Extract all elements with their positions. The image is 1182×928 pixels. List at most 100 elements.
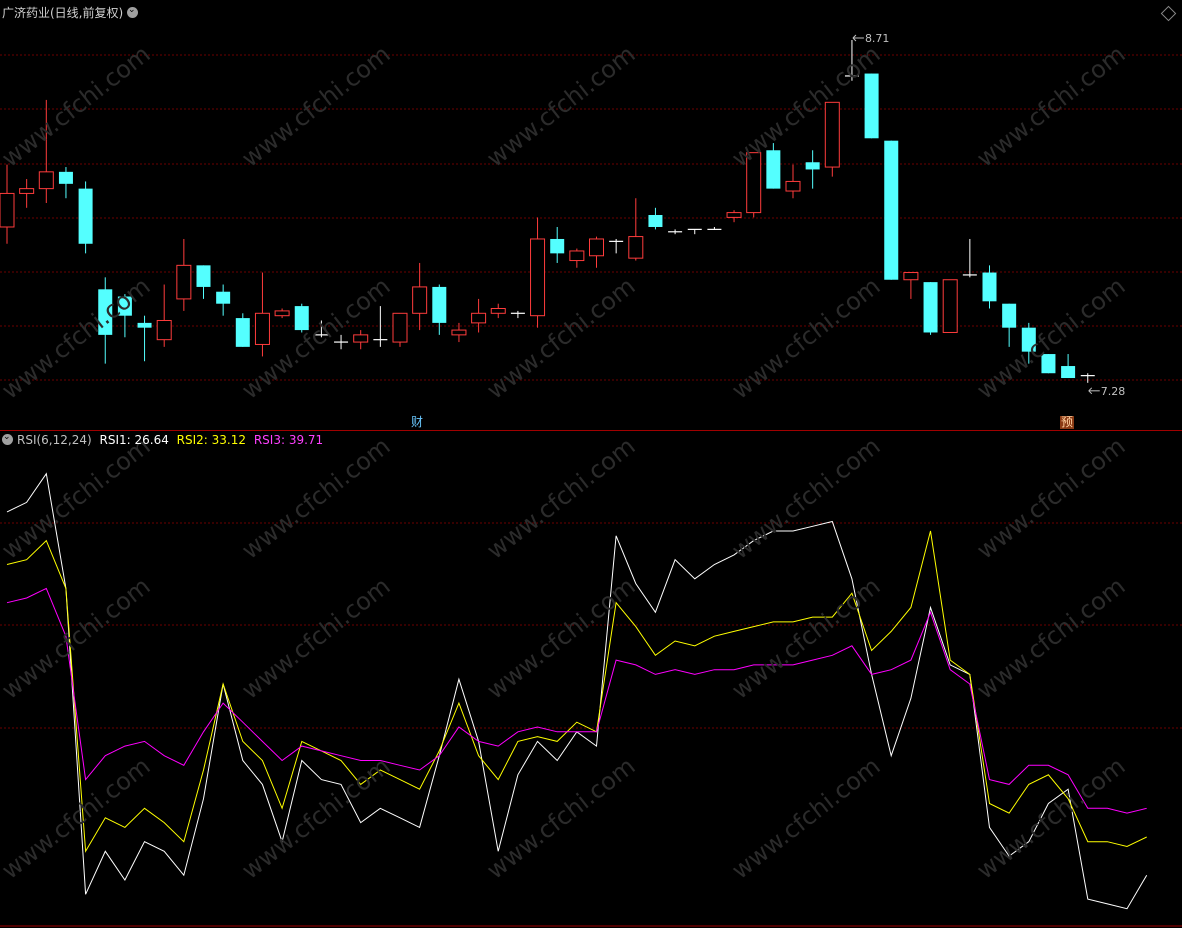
candle[interactable] <box>884 140 899 280</box>
candle[interactable] <box>19 179 35 208</box>
candle[interactable] <box>550 226 565 263</box>
candle-body <box>589 238 604 257</box>
candle[interactable] <box>490 303 506 319</box>
candle[interactable] <box>668 229 683 235</box>
candle[interactable] <box>609 238 624 254</box>
forecast-badge[interactable]: 预 <box>1060 416 1075 429</box>
candle-body <box>490 308 506 314</box>
candle[interactable] <box>864 73 879 139</box>
candle-body <box>884 140 899 280</box>
candle[interactable] <box>589 236 604 268</box>
annotation-label: 7.28 <box>1101 385 1126 398</box>
candle[interactable] <box>628 198 644 261</box>
candle[interactable] <box>58 167 73 199</box>
watermark-text: www.cfchi.com <box>0 272 155 405</box>
candle[interactable] <box>687 228 702 235</box>
candle[interactable] <box>805 150 820 189</box>
candle[interactable] <box>824 101 840 177</box>
candle[interactable] <box>254 272 270 357</box>
candle[interactable] <box>1080 373 1095 383</box>
candle-body <box>294 306 309 331</box>
watermark-text: www.cfchi.com <box>481 272 640 405</box>
candle[interactable] <box>923 282 938 335</box>
candle[interactable] <box>530 217 546 328</box>
watermark-text: www.cfchi.com <box>236 40 395 173</box>
watermark-text: www.cfchi.com <box>481 40 640 173</box>
candle[interactable] <box>432 284 447 335</box>
candle-body <box>982 272 997 302</box>
watermark-text: www.cfchi.com <box>236 752 395 885</box>
candle-body <box>766 150 781 189</box>
candle[interactable] <box>392 312 408 347</box>
watermark-text: www.cfchi.com <box>0 40 155 173</box>
candle[interactable] <box>785 164 801 199</box>
candle[interactable] <box>451 322 467 343</box>
watermark-text: www.cfchi.com <box>971 40 1130 173</box>
finance-badge[interactable]: 财 <box>411 416 423 429</box>
title-dropdown-icon[interactable]: ⌄ <box>127 5 138 18</box>
watermark-text: www.cfchi.com <box>236 572 395 705</box>
watermark-text: www.cfchi.com <box>726 40 885 173</box>
watermark-text: www.cfchi.com <box>726 572 885 705</box>
candle[interactable] <box>1061 354 1076 379</box>
rsi-header: RSI(6,12,24) RSI1: 26.64 RSI2: 33.12 RSI… <box>17 433 323 447</box>
candle-body <box>942 279 958 333</box>
candle[interactable] <box>137 315 152 362</box>
candle[interactable] <box>648 207 663 230</box>
candle-body <box>176 264 192 300</box>
candle-body <box>1002 303 1017 328</box>
stock-chart[interactable]: 8.717.28 www.cfchi.com www.cfchi.com www.c… <box>0 0 1182 928</box>
low-marker: 7.28 <box>1088 385 1126 398</box>
candle[interactable] <box>235 313 250 347</box>
rsi3-label: RSI3: 39.71 <box>253 433 324 447</box>
candle-body <box>78 188 93 244</box>
candle-body <box>923 282 938 333</box>
candle[interactable] <box>274 308 290 319</box>
candle[interactable] <box>903 272 919 299</box>
candle-body <box>903 272 919 281</box>
watermark-text: www.cfchi.com <box>971 752 1130 885</box>
rsi-dropdown-icon[interactable]: ⌄ <box>2 432 13 445</box>
watermark-text: www.cfchi.com <box>481 432 640 565</box>
candle[interactable] <box>0 164 15 244</box>
candle-body <box>726 212 742 218</box>
watermark-text: www.cfchi.com <box>0 432 155 565</box>
candle[interactable] <box>412 262 428 331</box>
candle-body <box>628 236 644 259</box>
candle-body <box>432 286 447 323</box>
candle[interactable] <box>726 210 742 223</box>
watermark-text: www.cfchi.com <box>236 432 395 565</box>
candle[interactable] <box>510 310 525 319</box>
candle[interactable] <box>78 181 93 254</box>
candle-body <box>216 291 231 304</box>
watermark-text: www.cfchi.com <box>726 272 885 405</box>
candle-body <box>1061 366 1076 379</box>
candle[interactable] <box>707 226 722 230</box>
candle-body <box>58 171 73 184</box>
candle-body <box>392 312 408 343</box>
watermark-text: www.cfchi.com <box>726 432 885 565</box>
candle[interactable] <box>196 265 211 299</box>
candle[interactable] <box>471 298 487 333</box>
candle-body <box>235 318 250 347</box>
candle[interactable] <box>156 284 172 347</box>
candle[interactable] <box>176 238 192 311</box>
candle-body <box>550 238 565 254</box>
candle-body <box>254 312 270 345</box>
candle[interactable] <box>1002 303 1017 347</box>
candle-body <box>451 329 467 336</box>
rsi1-label: RSI1: 26.64 <box>99 433 169 447</box>
candle-body <box>412 286 428 314</box>
candle[interactable] <box>942 279 958 333</box>
rsi2-label: RSI2: 33.12 <box>176 433 247 447</box>
candle-body <box>274 310 290 317</box>
high-marker: 8.71 <box>852 32 889 45</box>
watermark-text: www.cfchi.com <box>726 752 885 885</box>
candle[interactable] <box>569 248 585 268</box>
candle[interactable] <box>353 330 369 350</box>
candle-body <box>353 334 369 343</box>
candle[interactable] <box>216 284 231 316</box>
watermark-text: www.cfchi.com <box>481 572 640 705</box>
candle-body <box>785 180 801 192</box>
candle-body <box>805 162 820 170</box>
